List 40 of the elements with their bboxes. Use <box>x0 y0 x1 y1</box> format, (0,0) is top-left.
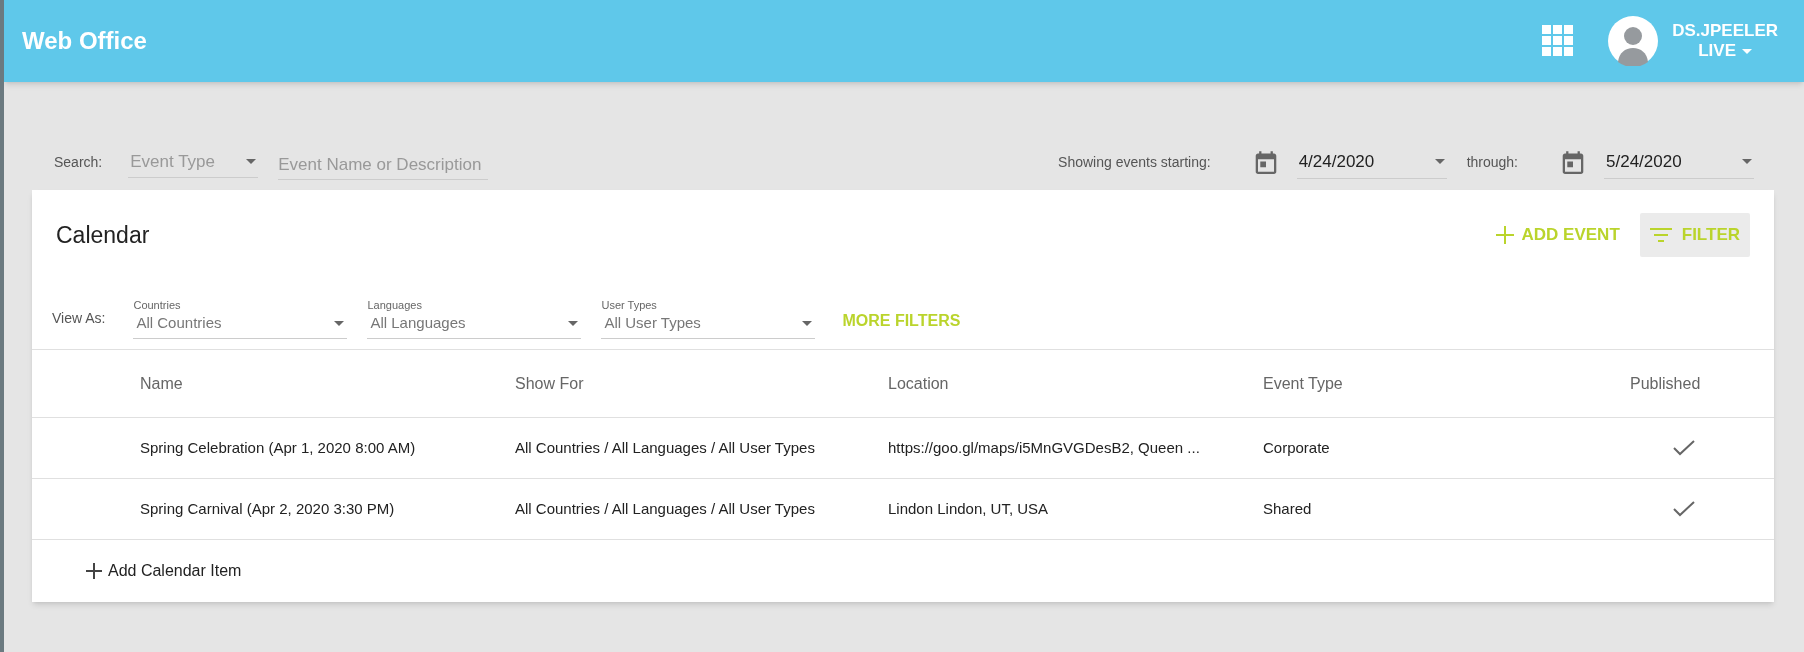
column-header[interactable]: Name <box>140 371 515 396</box>
dropdown-caret-icon <box>568 320 579 326</box>
column-header[interactable]: Location <box>888 371 1263 396</box>
card-title: Calendar <box>56 220 150 250</box>
add-calendar-item-button[interactable]: Add Calendar Item <box>86 559 242 583</box>
start-date-select[interactable]: 4/24/2020 <box>1296 145 1447 179</box>
calendar-icon[interactable] <box>1562 150 1584 174</box>
filter-icon <box>1649 228 1672 242</box>
apps-grid-icon[interactable] <box>1542 25 1575 57</box>
filter-select[interactable]: Languages All Languages <box>367 298 582 339</box>
filter-select[interactable]: Countries All Countries <box>133 298 348 339</box>
table-cell-text: Corporate <box>1263 437 1331 458</box>
column-header[interactable]: Event Type <box>1263 371 1588 396</box>
calendar-icon[interactable] <box>1254 150 1277 174</box>
dropdown-caret-icon <box>246 159 257 164</box>
app-title: Web Office <box>22 26 147 56</box>
table-cell-text: Shared <box>1263 498 1313 519</box>
caret-icon[interactable] <box>1742 48 1752 54</box>
date-range-label: Showing events starting: <box>1058 152 1211 172</box>
plus-icon <box>1495 226 1514 244</box>
plus-icon <box>86 563 102 579</box>
column-header[interactable]: Published <box>1630 371 1701 396</box>
avatar-icon[interactable] <box>1608 16 1659 66</box>
view-as-label: View As: <box>52 309 106 328</box>
column-header[interactable]: Show For <box>515 371 888 396</box>
search-field[interactable]: Event Name or Description <box>278 144 489 180</box>
table-cell-text: Lindon Lindon, UT, USA <box>888 498 1050 519</box>
table-cell-text: https://goo.gl/maps/i5MnGVGDesB2, Queen ... <box>888 437 1201 458</box>
table-cell-text: All Countries / All Languages / All User Types <box>515 437 816 458</box>
dropdown-caret-icon <box>1434 159 1445 164</box>
dropdown-caret-icon <box>1742 159 1752 164</box>
table-cell-text: All Countries / All Languages / All User Types <box>515 498 816 519</box>
through-label: through: <box>1466 152 1518 172</box>
dropdown-caret-icon <box>802 320 813 326</box>
filter-select[interactable]: User Types All User Types <box>601 298 816 339</box>
end-date-select[interactable]: 5/24/2020 <box>1604 145 1754 179</box>
dropdown-caret-icon <box>334 320 345 326</box>
table-cell-text: Spring Celebration (Apr 1, 2020 8:00 AM) <box>140 437 417 458</box>
search-label: Search: <box>54 152 103 172</box>
table-cell-text: Spring Carnival (Apr 2, 2020 3:30 PM) <box>140 498 396 519</box>
